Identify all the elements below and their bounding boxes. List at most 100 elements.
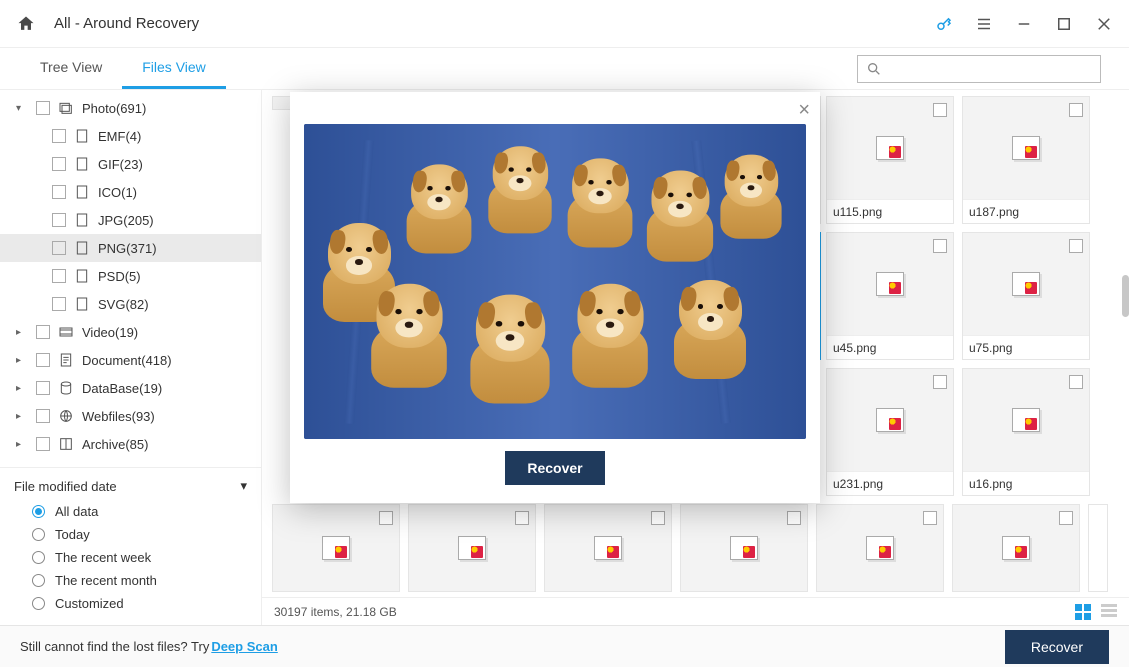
scrollbar[interactable] — [1122, 275, 1129, 317]
tree-photo[interactable]: ▾ Photo(691) — [0, 94, 261, 122]
checkbox[interactable] — [52, 157, 66, 171]
app-title: All - Around Recovery — [54, 15, 935, 32]
checkbox[interactable] — [52, 129, 66, 143]
image-placeholder-icon — [1002, 536, 1030, 560]
chevron-right-icon[interactable]: ▸ — [16, 327, 28, 338]
tree-psd[interactable]: PSD(5) — [0, 262, 261, 290]
filter-custom[interactable]: Customized — [14, 592, 247, 615]
tree-archive[interactable]: ▸Archive(85) — [0, 430, 261, 458]
titlebar: All - Around Recovery — [0, 0, 1129, 48]
tree-gif[interactable]: GIF(23) — [0, 150, 261, 178]
radio[interactable] — [32, 574, 45, 587]
database-icon — [58, 380, 74, 396]
search-box[interactable] — [857, 55, 1101, 83]
thumbnail-card[interactable] — [1088, 504, 1108, 592]
radio[interactable] — [32, 505, 45, 518]
thumbnail-card[interactable]: u187.png — [962, 96, 1090, 224]
file-icon — [74, 240, 90, 256]
thumbnail-card[interactable] — [408, 504, 536, 592]
filter-header[interactable]: File modified date ▾ — [14, 478, 247, 494]
checkbox[interactable] — [52, 185, 66, 199]
close-icon[interactable] — [1095, 15, 1113, 33]
checkbox[interactable] — [36, 101, 50, 115]
list-view-icon[interactable] — [1101, 604, 1117, 620]
minimize-icon[interactable] — [1015, 15, 1033, 33]
filter-label: All data — [55, 504, 98, 519]
menu-icon[interactable] — [975, 15, 993, 33]
tree-video[interactable]: ▸Video(19) — [0, 318, 261, 346]
tab-tree-view[interactable]: Tree View — [20, 48, 122, 89]
checkbox[interactable] — [1069, 375, 1083, 389]
search-input[interactable] — [888, 61, 1092, 76]
tree-ico[interactable]: ICO(1) — [0, 178, 261, 206]
checkbox[interactable] — [36, 353, 50, 367]
checkbox[interactable] — [787, 511, 801, 525]
thumbnail-card[interactable] — [544, 504, 672, 592]
thumbnail-card[interactable]: u16.png — [962, 368, 1090, 496]
tree-jpg[interactable]: JPG(205) — [0, 206, 261, 234]
checkbox[interactable] — [933, 239, 947, 253]
chevron-right-icon[interactable]: ▸ — [16, 355, 28, 366]
video-icon — [58, 324, 74, 340]
checkbox[interactable] — [1069, 239, 1083, 253]
chevron-right-icon[interactable]: ▸ — [16, 383, 28, 394]
thumbnail-card[interactable] — [816, 504, 944, 592]
file-name: u45.png — [827, 335, 953, 359]
checkbox[interactable] — [933, 103, 947, 117]
chevron-right-icon[interactable]: ▸ — [16, 439, 28, 450]
globe-icon — [58, 408, 74, 424]
file-name: u115.png — [827, 199, 953, 223]
filter-label: Today — [55, 527, 90, 542]
deep-scan-link[interactable]: Deep Scan — [211, 639, 277, 654]
key-icon[interactable] — [935, 15, 953, 33]
preview-recover-button[interactable]: Recover — [505, 451, 604, 485]
tree-database[interactable]: ▸DataBase(19) — [0, 374, 261, 402]
checkbox[interactable] — [651, 511, 665, 525]
checkbox[interactable] — [1069, 103, 1083, 117]
thumbnail-card[interactable]: u115.png — [826, 96, 954, 224]
thumbnail-card[interactable]: u45.png — [826, 232, 954, 360]
filter-today[interactable]: Today — [14, 523, 247, 546]
filter-month[interactable]: The recent month — [14, 569, 247, 592]
thumbnail-card[interactable]: u231.png — [826, 368, 954, 496]
tree-emf[interactable]: EMF(4) — [0, 122, 261, 150]
radio[interactable] — [32, 551, 45, 564]
close-icon[interactable]: × — [798, 100, 810, 120]
filter-week[interactable]: The recent week — [14, 546, 247, 569]
chevron-right-icon[interactable]: ▸ — [16, 411, 28, 422]
image-placeholder-icon — [876, 272, 904, 296]
radio[interactable] — [32, 597, 45, 610]
maximize-icon[interactable] — [1055, 15, 1073, 33]
tree-document[interactable]: ▸Document(418) — [0, 346, 261, 374]
checkbox[interactable] — [515, 511, 529, 525]
recover-button[interactable]: Recover — [1005, 630, 1109, 664]
checkbox[interactable] — [52, 269, 66, 283]
checkbox[interactable] — [36, 437, 50, 451]
radio[interactable] — [32, 528, 45, 541]
thumbnail-card[interactable] — [272, 504, 400, 592]
checkbox[interactable] — [52, 241, 66, 255]
checkbox[interactable] — [933, 375, 947, 389]
checkbox[interactable] — [1059, 511, 1073, 525]
thumbnail-card[interactable] — [952, 504, 1080, 592]
tree-svg[interactable]: SVG(82) — [0, 290, 261, 318]
tree-png[interactable]: PNG(371) — [0, 234, 261, 262]
checkbox[interactable] — [52, 297, 66, 311]
checkbox[interactable] — [52, 213, 66, 227]
checkbox[interactable] — [923, 511, 937, 525]
thumbnail-card[interactable] — [680, 504, 808, 592]
checkbox[interactable] — [36, 381, 50, 395]
checkbox[interactable] — [379, 511, 393, 525]
grid-view-icon[interactable] — [1075, 604, 1091, 620]
checkbox[interactable] — [36, 325, 50, 339]
tab-files-view[interactable]: Files View — [122, 48, 226, 89]
tree-label: JPG(205) — [98, 213, 154, 228]
chevron-down-icon[interactable]: ▾ — [240, 478, 247, 494]
thumbnail-card[interactable]: u75.png — [962, 232, 1090, 360]
chevron-down-icon[interactable]: ▾ — [16, 103, 28, 114]
filter-all-data[interactable]: All data — [14, 500, 247, 523]
checkbox[interactable] — [36, 409, 50, 423]
filter-panel: File modified date ▾ All data Today The … — [0, 467, 261, 625]
tree-webfiles[interactable]: ▸Webfiles(93) — [0, 402, 261, 430]
home-icon[interactable] — [16, 14, 36, 34]
